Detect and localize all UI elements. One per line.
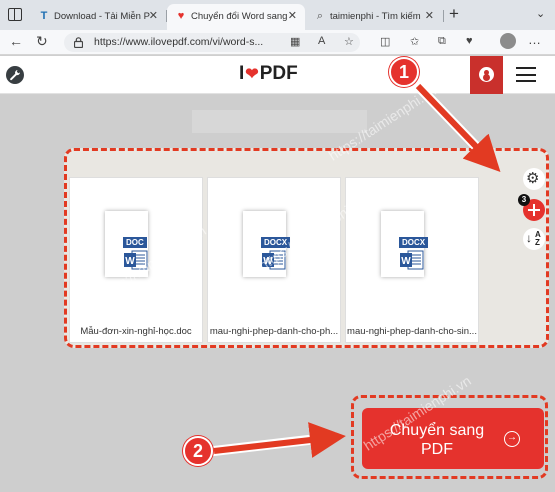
tab-search[interactable]: ⌕ taimienphi - Tìm kiếm ✕ (306, 4, 442, 30)
word-document-icon: W (124, 250, 148, 270)
collections-icon[interactable]: ⧉ (438, 35, 446, 48)
tab-label: Chuyển đổi Word sang PDF (191, 11, 287, 22)
browser-tab-strip: T Download - Tải Miễn Phí VN ✕ ♥ Chuyển … (0, 0, 555, 30)
file-type-badge: DOCX (399, 237, 429, 248)
file-list-panel: DOC W Mẫu-đơn-xin-nghỉ-học.doc DOCX W ma… (64, 148, 549, 348)
file-card[interactable]: DOC W Mẫu-đơn-xin-nghỉ-học.doc (69, 177, 203, 343)
chevron-down-icon[interactable]: ⌄ (536, 7, 545, 20)
split-screen-icon[interactable]: ◫ (380, 35, 390, 48)
lock-icon (74, 37, 83, 48)
tab-actions-icon[interactable] (8, 8, 22, 21)
tab-label: Download - Tải Miễn Phí VN (54, 11, 150, 22)
favorite-star-icon[interactable]: ☆ (344, 35, 354, 48)
arrow-circle-right-icon: → (504, 431, 520, 447)
profile-avatar[interactable] (500, 33, 516, 49)
sort-az-icon: AZ (535, 230, 541, 247)
file-count-badge: 3 (518, 194, 530, 206)
settings-button[interactable]: ⚙ (523, 168, 545, 190)
extensions-icon[interactable]: ♥ (466, 35, 473, 47)
file-type-badge: DOCX (261, 237, 291, 248)
tab-divider (443, 10, 444, 22)
taimienphi-favicon-icon: T (40, 10, 48, 22)
step-2-badge: 2 (183, 436, 213, 466)
hamburger-menu-icon[interactable] (516, 67, 536, 82)
sort-arrow-icon: ↓ (526, 231, 532, 245)
logo-text-left: I (239, 63, 245, 84)
wrench-icon (10, 70, 20, 81)
back-arrow-icon[interactable]: ← (9, 33, 23, 49)
close-icon[interactable]: ✕ (425, 9, 434, 22)
word-document-icon: W (262, 250, 286, 270)
file-name: Mẫu-đơn-xin-nghỉ-học.doc (80, 326, 192, 337)
heart-icon: ❤ (245, 66, 259, 83)
file-name: mau-nghi-phep-danh-cho-ph... (209, 326, 339, 337)
ilovepdf-favicon-icon: ♥ (177, 10, 185, 22)
header-placeholder (192, 110, 367, 133)
favorites-icon[interactable]: ✩ (410, 35, 419, 48)
close-icon[interactable]: ✕ (149, 9, 158, 22)
user-icon (479, 67, 494, 82)
address-toolbar: ← ↻ https://www.ilovepdf.com/vi/word-s..… (0, 30, 555, 55)
file-type-badge: DOC (123, 237, 147, 248)
refresh-icon[interactable]: ↻ (36, 33, 48, 50)
tab-word-to-pdf[interactable]: ♥ Chuyển đổi Word sang PDF ✕ (167, 4, 305, 30)
tab-download[interactable]: T Download - Tải Miễn Phí VN ✕ (30, 4, 166, 30)
new-tab-button[interactable]: + (449, 4, 459, 24)
ilovepdf-logo[interactable]: I❤PDF (239, 63, 298, 85)
word-document-icon: W (400, 250, 424, 270)
file-thumbnail: DOCX W (243, 211, 291, 277)
convert-button-label: Chuyển sang PDF (389, 422, 485, 458)
convert-to-pdf-button[interactable]: Chuyển sang PDF → (362, 408, 544, 469)
tools-wrench-icon[interactable] (6, 66, 24, 84)
file-thumbnail: DOCX W (381, 211, 429, 277)
svg-text:W: W (125, 256, 135, 267)
user-account-button[interactable] (470, 56, 503, 94)
svg-text:W: W (263, 256, 273, 267)
more-options-icon[interactable]: … (528, 32, 541, 47)
url-text: https://www.ilovepdf.com/vi/word-s... (94, 36, 264, 48)
site-header: I❤PDF (0, 56, 555, 94)
svg-text:W: W (401, 256, 411, 267)
file-card[interactable]: DOCX W mau-nghi-phep-danh-cho-sin... (345, 177, 479, 343)
address-bar[interactable]: https://www.ilovepdf.com/vi/word-s... (64, 33, 360, 52)
sort-az-button[interactable]: ↓ AZ (523, 228, 545, 250)
file-thumbnail: DOC W (105, 211, 148, 277)
search-favicon-icon: ⌕ (316, 10, 324, 22)
gear-icon: ⚙ (526, 170, 540, 187)
logo-text-right: PDF (259, 63, 298, 84)
file-card[interactable]: DOCX W mau-nghi-phep-danh-cho-ph... (207, 177, 341, 343)
file-name: mau-nghi-phep-danh-cho-sin... (347, 326, 477, 337)
tab-label: taimienphi - Tìm kiếm (330, 11, 421, 22)
close-icon[interactable]: ✕ (288, 9, 297, 22)
qr-code-icon[interactable]: ▦ (290, 35, 300, 48)
step-1-badge: 1 (389, 57, 419, 87)
read-aloud-icon[interactable]: A (318, 35, 325, 47)
